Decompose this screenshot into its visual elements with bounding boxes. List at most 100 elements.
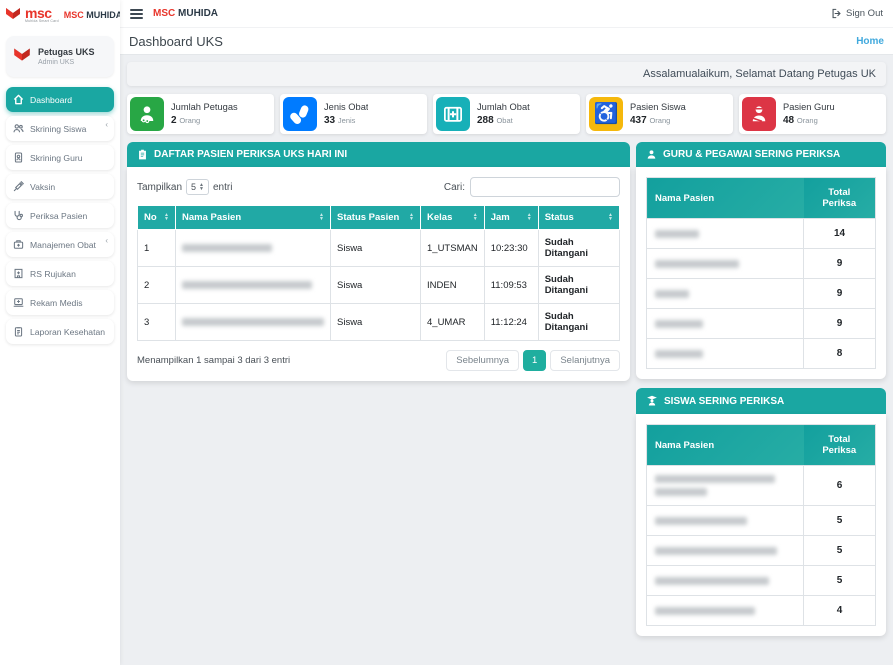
chevron-left-icon: ‹: [105, 120, 108, 129]
daftar-pasien-header: DAFTAR PASIEN PERIKSA UKS HARI INI: [127, 142, 630, 167]
select-caret-icon: ▲▼: [199, 183, 204, 191]
column-header-status-pasien[interactable]: Status Pasien▲▼: [331, 206, 421, 230]
sign-out-button[interactable]: Sign Out: [831, 8, 883, 19]
redacted-name: [647, 249, 804, 279]
sidebar-item-periksa-pasien[interactable]: Periksa Pasien: [6, 203, 114, 228]
chevron-left-icon: ‹: [105, 236, 108, 245]
sidebar-menu: Dashboard Skrining Siswa ‹ Skrining Guru…: [0, 83, 120, 348]
users-icon: [13, 123, 24, 134]
guru-panel-header: GURU & PEGAWAI SERING PERIKSA: [636, 142, 886, 167]
table-row: 9: [647, 279, 876, 309]
guru-column-total: Total Periksa: [804, 178, 876, 219]
stat-card-pasien-guru[interactable]: Pasien Guru 48 Orang: [739, 94, 886, 134]
sort-icon: ▲▼: [164, 213, 169, 221]
column-header-nama-pasien[interactable]: Nama Pasien▲▼: [176, 206, 331, 230]
table-row: 14: [647, 219, 876, 249]
table-row: 9: [647, 309, 876, 339]
search-input[interactable]: [470, 177, 620, 197]
sidebar-item-manajemen-obat[interactable]: Manajemen Obat ‹: [6, 232, 114, 257]
pagination-next-button[interactable]: Selanjutnya: [550, 350, 620, 371]
clipboard-icon: [13, 326, 24, 337]
sidebar-item-skrining-guru[interactable]: Skrining Guru: [6, 145, 114, 170]
sidebar-brand-text: MSC MUHIDA: [64, 10, 120, 20]
redacted-name: [176, 304, 331, 341]
search-control: Cari:: [444, 177, 620, 197]
column-header-kelas[interactable]: Kelas▲▼: [421, 206, 485, 230]
guru-table: Nama Pasien Total Periksa 14 9 9 9 8: [646, 177, 876, 369]
table-row: 2 Siswa INDEN 11:09:53 Sudah Ditangani: [138, 267, 620, 304]
table-row: 1 Siswa 1_UTSMAN 10:23:30 Sudah Ditangan…: [138, 230, 620, 267]
table-row: 5: [647, 536, 876, 566]
sign-out-icon: [831, 8, 842, 19]
siswa-column-nama: Nama Pasien: [647, 425, 804, 466]
first-aid-kit-icon: [436, 97, 470, 131]
redacted-name: [647, 309, 804, 339]
sidebar-item-dashboard[interactable]: Dashboard: [6, 87, 114, 112]
siswa-panel-header: SISWA SERING PERIKSA: [636, 388, 886, 414]
table-row: 3 Siswa 4_UMAR 11:12:24 Sudah Ditangani: [138, 304, 620, 341]
redacted-name: [647, 566, 804, 596]
profile-name: Petugas UKS: [38, 47, 95, 57]
main-content: Assalamualaikum, Selamat Datang Petugas …: [120, 55, 893, 665]
sort-icon: ▲▼: [319, 213, 324, 221]
welcome-banner: Assalamualaikum, Selamat Datang Petugas …: [127, 62, 886, 86]
pagination-page-1-button[interactable]: 1: [523, 350, 546, 371]
sort-icon: ▲▼: [473, 213, 478, 221]
user-icon: [646, 149, 657, 160]
wheelchair-icon: ♿: [589, 97, 623, 131]
column-header-no[interactable]: No▲▼: [138, 206, 176, 230]
redacted-name: [647, 466, 804, 506]
sort-icon: ▲▼: [527, 213, 532, 221]
stat-card-pasien-siswa[interactable]: ♿ Pasien Siswa 437 Orang: [586, 94, 733, 134]
stat-card-jenis-obat[interactable]: Jenis Obat 33 Jenis: [280, 94, 427, 134]
stat-card-jumlah-petugas[interactable]: Jumlah Petugas 2 Orang: [127, 94, 274, 134]
sidebar-item-skrining-siswa[interactable]: Skrining Siswa ‹: [6, 116, 114, 141]
redacted-name: [647, 536, 804, 566]
id-badge-icon: [13, 152, 24, 163]
siswa-table: Nama Pasien Total Periksa 6 5 5 5 4: [646, 424, 876, 626]
table-row: 8: [647, 339, 876, 369]
redacted-name: [647, 339, 804, 369]
pagination-previous-button[interactable]: Sebelumnya: [446, 350, 519, 371]
table-row: 5: [647, 566, 876, 596]
navbar-brand[interactable]: MSC MUHIDA: [153, 8, 218, 19]
sidebar-brand[interactable]: msc Muhida Smart Card MSC MUHIDA: [0, 0, 120, 30]
daftar-pasien-panel: DAFTAR PASIEN PERIKSA UKS HARI INI Tampi…: [127, 142, 630, 381]
capsules-icon: [283, 97, 317, 131]
table-row: 4: [647, 596, 876, 626]
sidebar-item-rekam-medis[interactable]: Rekam Medis: [6, 290, 114, 315]
redacted-name: [176, 267, 331, 304]
syringe-icon: [13, 181, 24, 192]
stat-card-jumlah-obat[interactable]: Jumlah Obat 288 Obat: [433, 94, 580, 134]
sidebar-item-rs-rujukan[interactable]: RS Rujukan: [6, 261, 114, 286]
sidebar-item-vaksin[interactable]: Vaksin: [6, 174, 114, 199]
stat-cards-row: Jumlah Petugas 2 Orang Jenis Obat 33 Jen…: [127, 94, 886, 134]
siswa-column-total: Total Periksa: [804, 425, 876, 466]
hospital-icon: [13, 268, 24, 279]
msc-logo-small-icon: [12, 45, 32, 68]
siswa-sering-periksa-panel: SISWA SERING PERIKSA Nama Pasien Total P…: [636, 388, 886, 636]
page-length-select[interactable]: 5 ▲▼: [186, 179, 209, 195]
column-header-jam[interactable]: Jam▲▼: [484, 206, 538, 230]
profile-role: Admin UKS: [38, 59, 95, 66]
msc-logo-icon: [4, 5, 22, 26]
page-title: Dashboard UKS: [129, 34, 223, 49]
status-badge: Sudah Ditangani: [538, 230, 619, 267]
guru-column-nama: Nama Pasien: [647, 178, 804, 219]
redacted-name: [647, 279, 804, 309]
guru-sering-periksa-panel: GURU & PEGAWAI SERING PERIKSA Nama Pasie…: [636, 142, 886, 379]
medicine-box-icon: [13, 239, 24, 250]
title-bar: Dashboard UKS Home: [120, 28, 893, 55]
sort-icon: ▲▼: [409, 213, 414, 221]
column-header-status[interactable]: Status▲▼: [538, 206, 619, 230]
menu-toggle-icon[interactable]: [130, 9, 143, 19]
sort-icon: ▲▼: [608, 213, 613, 221]
status-badge: Sudah Ditangani: [538, 304, 619, 341]
breadcrumb-home-link[interactable]: Home: [856, 36, 884, 47]
daftar-pasien-table: No▲▼ Nama Pasien▲▼ Status Pasien▲▼ Kelas…: [137, 205, 620, 341]
user-profile-card[interactable]: Petugas UKS Admin UKS: [6, 36, 114, 77]
clipboard-icon: [137, 149, 148, 160]
sidebar-item-laporan-kesehatan[interactable]: Laporan Kesehatan: [6, 319, 114, 344]
redacted-name: [647, 506, 804, 536]
stethoscope-icon: [13, 210, 24, 221]
